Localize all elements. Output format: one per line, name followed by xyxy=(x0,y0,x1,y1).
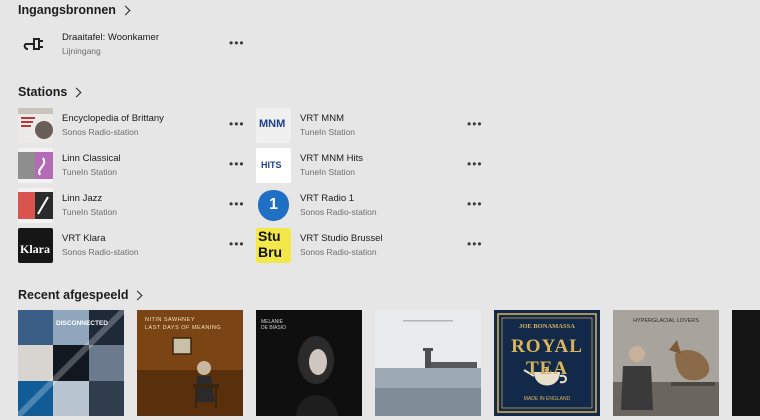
station-subtitle: Sonos Radio-station xyxy=(300,207,377,217)
album-royal-tea[interactable]: JOE BONAMASSA ROYAL TEA MADE IN ENGLAND xyxy=(494,310,600,416)
radio1-logo-text: 1 xyxy=(269,196,278,213)
chevron-right-icon xyxy=(133,290,143,300)
stations-title: Stations xyxy=(18,85,68,99)
station-artwork-mnm: MNM xyxy=(256,108,291,143)
more-options-button[interactable]: ••• xyxy=(229,198,245,210)
station-artwork-klara: Klara xyxy=(18,228,53,263)
line-in-plug-icon xyxy=(18,27,53,62)
more-options-button[interactable]: ••• xyxy=(229,118,245,130)
stations-section-title[interactable]: Stations xyxy=(18,85,82,99)
klara-logo-text: Klara xyxy=(20,242,50,256)
input-subtitle: Lijningang xyxy=(62,46,101,56)
chevron-right-icon xyxy=(120,5,131,15)
station-artwork-stubru: Stu Bru xyxy=(256,228,291,263)
station-artwork-linn-classical xyxy=(18,148,53,183)
stubru-logo-bottom: Bru xyxy=(258,244,283,260)
station-title: Linn Jazz xyxy=(62,193,103,204)
album-collage-text: DISCONNECTED xyxy=(56,320,109,327)
more-options-button[interactable]: ••• xyxy=(467,118,483,130)
inputs-section-title[interactable]: Ingangsbronnen xyxy=(18,3,131,17)
album-artist: JOE BONAMASSA xyxy=(519,323,575,330)
station-row-encyclopedia-of-brittany[interactable]: Encyclopedia of Brittany Sonos Radio-sta… xyxy=(18,108,164,143)
station-title: Encyclopedia of Brittany xyxy=(62,113,164,124)
album-title: LAST DAYS OF MEANING xyxy=(145,325,222,331)
station-artwork-encyclopedia xyxy=(18,108,53,143)
more-options-button[interactable]: ••• xyxy=(467,198,483,210)
station-row-linn-jazz[interactable]: Linn Jazz TuneIn Station xyxy=(18,188,117,223)
mnm-logo-text: MNM xyxy=(259,118,286,130)
station-subtitle: Sonos Radio-station xyxy=(62,127,139,137)
album-partial[interactable] xyxy=(732,310,760,416)
album-footer: MADE IN ENGLAND xyxy=(523,396,571,402)
station-title: VRT Klara xyxy=(62,233,106,244)
input-row-turntable[interactable]: Draaitafel: Woonkamer Lijningang xyxy=(18,27,159,62)
more-options-button[interactable]: ••• xyxy=(229,158,245,170)
station-subtitle: TuneIn Station xyxy=(62,207,117,217)
recent-section-title[interactable]: Recent afgespeeld xyxy=(18,288,143,302)
station-title: Linn Classical xyxy=(62,153,121,164)
station-title: VRT MNM Hits xyxy=(300,153,363,164)
station-subtitle: TuneIn Station xyxy=(300,127,355,137)
station-row-vrt-klara[interactable]: Klara VRT Klara Sonos Radio-station xyxy=(18,228,139,263)
station-row-linn-classical[interactable]: Linn Classical TuneIn Station xyxy=(18,148,121,183)
chevron-right-icon xyxy=(71,87,82,97)
station-subtitle: Sonos Radio-station xyxy=(62,247,139,257)
more-options-button[interactable]: ••• xyxy=(229,37,245,49)
album-artist: NITIN SAWHNEY xyxy=(145,317,195,323)
station-artwork-mnm-hits: HITS xyxy=(256,148,291,183)
album-nitin-sawhney[interactable]: NITIN SAWHNEY LAST DAYS OF MEANING xyxy=(137,310,243,416)
recent-title: Recent afgespeeld xyxy=(18,288,129,302)
more-options-button[interactable]: ••• xyxy=(229,238,245,250)
album-pier-lighthouse[interactable] xyxy=(375,310,481,416)
station-row-vrt-mnm[interactable]: MNM VRT MNM TuneIn Station xyxy=(256,108,355,143)
station-title: VRT MNM xyxy=(300,113,344,124)
station-row-vrt-mnm-hits[interactable]: HITS VRT MNM Hits TuneIn Station xyxy=(256,148,363,183)
station-subtitle: TuneIn Station xyxy=(62,167,117,177)
more-options-button[interactable]: ••• xyxy=(467,158,483,170)
stubru-logo-top: Stu xyxy=(258,228,281,244)
station-title: VRT Studio Brussel xyxy=(300,233,383,244)
album-collage[interactable]: DISCONNECTED xyxy=(18,310,124,416)
station-artwork-linn-jazz xyxy=(18,188,53,223)
inputs-title: Ingangsbronnen xyxy=(18,3,116,17)
station-row-vrt-radio-1[interactable]: 1 VRT Radio 1 Sonos Radio-station xyxy=(256,188,377,223)
more-options-button[interactable]: ••• xyxy=(467,238,483,250)
input-title: Draaitafel: Woonkamer xyxy=(62,32,159,43)
station-subtitle: TuneIn Station xyxy=(300,167,355,177)
album-melanie-de-biasio[interactable]: MELANIE DE BIASIO xyxy=(256,310,362,416)
mnm-hits-logo-text: HITS xyxy=(261,160,282,170)
station-artwork-radio1: 1 xyxy=(256,188,291,223)
album-title: ROYAL TEA xyxy=(511,336,583,379)
album-text: HYPERGLACIAL LOVERS xyxy=(633,318,699,324)
station-title: VRT Radio 1 xyxy=(300,193,355,204)
station-row-vrt-studio-brussel[interactable]: Stu Bru VRT Studio Brussel Sonos Radio-s… xyxy=(256,228,383,263)
station-subtitle: Sonos Radio-station xyxy=(300,247,377,257)
album-hyperglacial-lovers[interactable]: HYPERGLACIAL LOVERS xyxy=(613,310,719,416)
album-text: MELANIE DE BIASIO xyxy=(261,319,287,331)
